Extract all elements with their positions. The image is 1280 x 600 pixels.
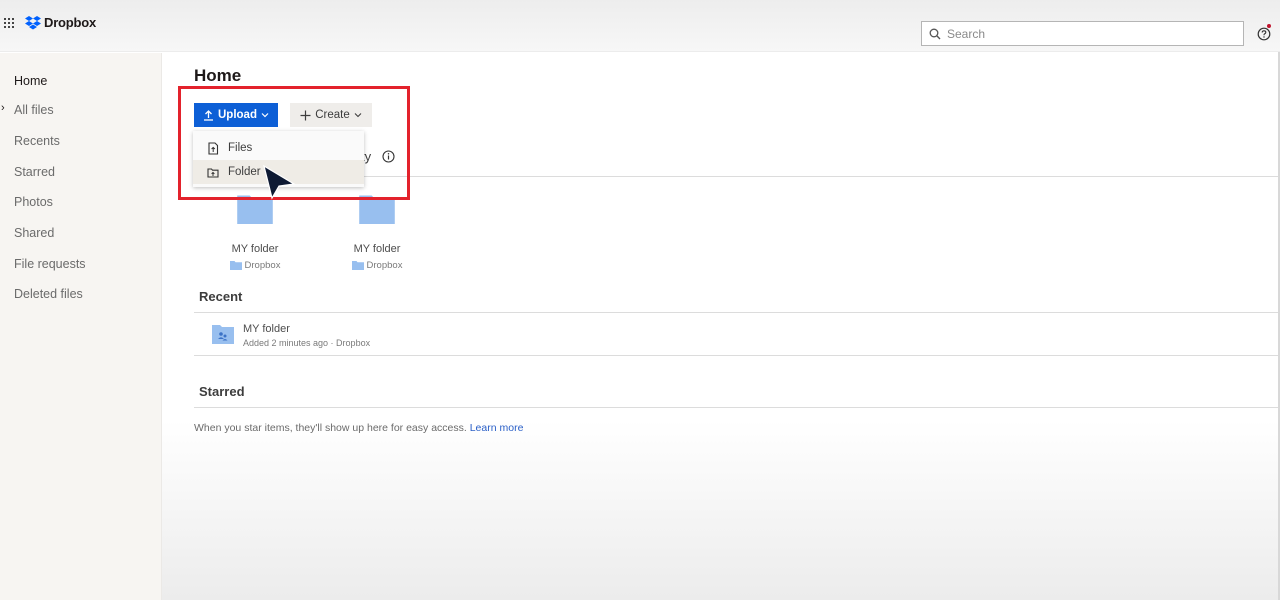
help-icon[interactable] <box>1257 27 1271 41</box>
plus-icon <box>300 110 311 120</box>
upload-button[interactable]: Upload <box>194 103 278 127</box>
suggested-folder-tile[interactable]: MY folder Dropbox <box>332 192 422 271</box>
sidebar-item-all-files[interactable]: All files <box>14 103 54 117</box>
folder-upload-icon <box>207 167 219 178</box>
suggested-folder-tile[interactable]: MY folder Dropbox <box>210 192 300 271</box>
sidebar-item-recents[interactable]: Recents <box>14 134 60 148</box>
menu-item-folder-label: Folder <box>228 166 261 178</box>
recent-item-meta: Added 2 minutes ago · Dropbox <box>243 338 371 348</box>
folder-icon <box>351 261 364 270</box>
info-icon[interactable] <box>382 150 395 163</box>
sidebar-item-shared[interactable]: Shared <box>14 226 54 240</box>
brand-name: Dropbox <box>44 15 97 30</box>
folder-icon <box>229 261 242 270</box>
upload-icon <box>204 109 213 121</box>
sidebar: › Home All files Recents Starred Photos … <box>0 53 162 600</box>
sidebar-item-file-requests[interactable]: File requests <box>14 257 86 271</box>
starred-empty-text: When you star items, they'll show up her… <box>194 422 470 434</box>
upload-label: Upload <box>218 109 257 121</box>
sidebar-item-photos[interactable]: Photos <box>14 195 53 209</box>
learn-more-link[interactable]: Learn more <box>470 422 524 434</box>
tile-location: Dropbox <box>210 260 300 271</box>
search-input[interactable] <box>947 26 1227 41</box>
tile-name: MY folder <box>353 243 401 255</box>
starred-empty-message: When you star items, they'll show up her… <box>194 422 523 434</box>
recent-row[interactable]: MY folder Added 2 minutes ago · Dropbox <box>194 318 1278 354</box>
tile-name: MY folder <box>231 243 279 255</box>
chevron-right-icon[interactable]: › <box>1 102 5 114</box>
sidebar-item-starred[interactable]: Starred <box>14 165 55 179</box>
mouse-cursor-icon <box>263 164 296 200</box>
dropbox-logo[interactable]: Dropbox <box>25 15 96 30</box>
chevron-down-icon <box>261 113 269 118</box>
notification-dot <box>1267 24 1271 28</box>
create-label: Create <box>315 109 350 121</box>
tile-location-label: Dropbox <box>244 260 281 271</box>
dropbox-icon <box>25 15 41 29</box>
menu-item-files[interactable]: Files <box>193 136 364 160</box>
file-upload-icon <box>208 141 219 155</box>
create-button[interactable]: Create <box>290 103 372 127</box>
divider <box>194 355 1278 356</box>
starred-heading: Starred <box>199 384 245 399</box>
menu-item-files-label: Files <box>228 142 253 154</box>
tile-location: Dropbox <box>332 260 422 271</box>
divider <box>194 407 1278 408</box>
recent-item-name: MY folder <box>243 323 290 335</box>
search-icon <box>929 28 941 39</box>
recent-heading: Recent <box>199 289 243 304</box>
top-bar: Dropbox <box>0 0 1280 52</box>
divider <box>194 312 1278 313</box>
page-title: Home <box>194 66 242 85</box>
sidebar-item-deleted-files[interactable]: Deleted files <box>14 287 83 301</box>
sidebar-item-home[interactable]: Home <box>14 74 47 88</box>
search-box[interactable] <box>921 21 1244 46</box>
tile-location-label: Dropbox <box>366 260 403 271</box>
app-grid-icon[interactable] <box>4 18 16 30</box>
chevron-down-icon <box>354 113 362 118</box>
folder-icon <box>359 195 395 224</box>
shared-folder-icon <box>212 325 234 344</box>
